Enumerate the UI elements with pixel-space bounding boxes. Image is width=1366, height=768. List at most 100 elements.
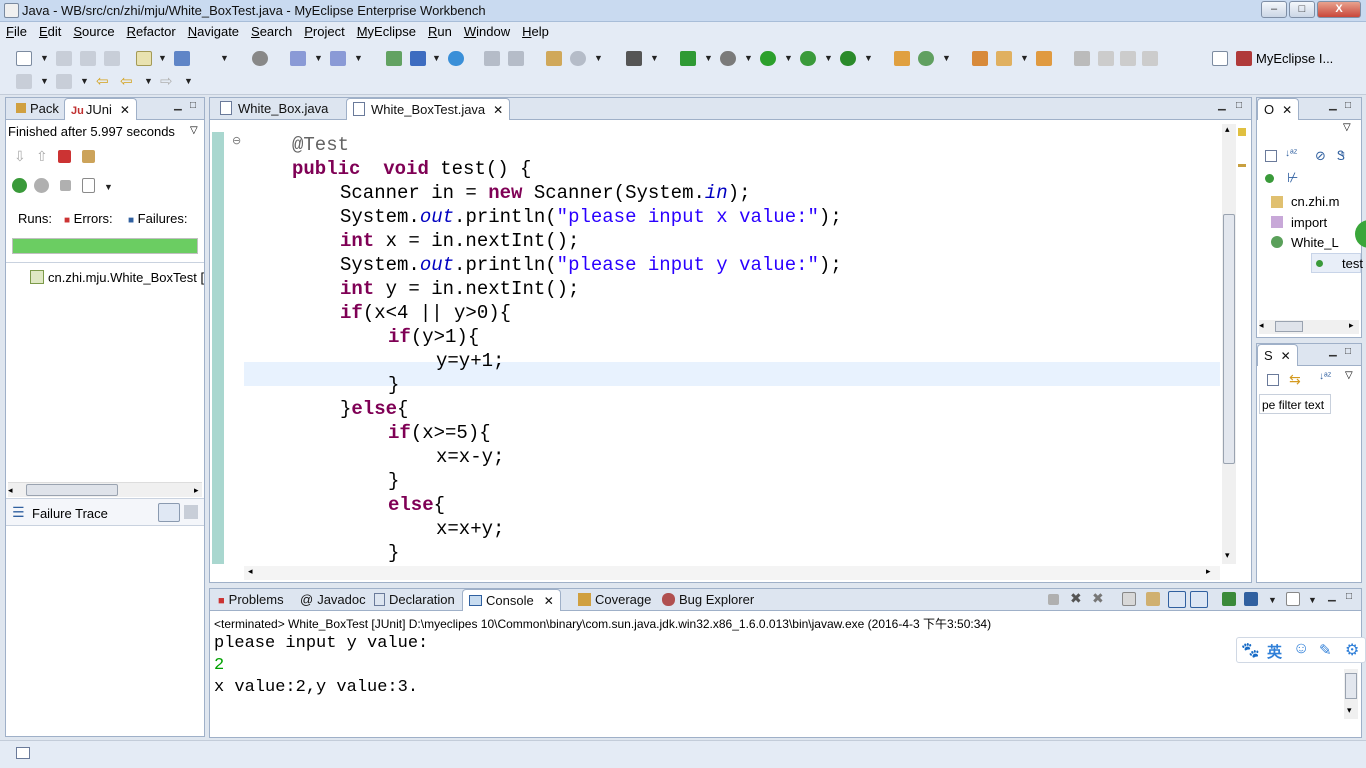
stop-icon[interactable] [60,180,71,191]
tab-declaration[interactable]: Declaration [368,589,461,611]
code-line[interactable]: } [388,541,399,565]
menu-search[interactable]: Search [245,22,298,39]
build-icon[interactable] [136,51,152,66]
toolbar-icon-f[interactable] [1120,51,1136,66]
run-server-dropdown-icon[interactable]: ▼ [704,53,713,63]
toolbar-d-dropdown-icon[interactable]: ▼ [594,53,603,63]
emoji-icon[interactable]: ☺ [1293,640,1309,658]
filter-stack-icon[interactable] [158,503,180,522]
minimize-view-icon[interactable]: ▁ [174,100,182,111]
maximize-view-icon[interactable]: □ [190,100,196,111]
wizard-icon[interactable] [290,51,306,66]
minimize-view-icon[interactable]: ▁ [1329,100,1337,111]
code-line[interactable]: int x = in.nextInt(); [340,229,579,253]
outline-item-imports[interactable]: import [1291,215,1327,230]
pin-icon[interactable] [1074,51,1090,66]
toolbar-icon-a[interactable] [484,51,500,66]
rerun-test-icon[interactable] [12,178,27,193]
scroll-lock-icon[interactable] [1146,592,1160,606]
class-dropdown-icon[interactable]: ▼ [942,53,951,63]
paw-icon[interactable]: 🐾 [1241,641,1260,659]
search-wizard-icon[interactable] [330,51,346,66]
last-edit-icon[interactable]: ⇦ [96,72,109,90]
next-annotation-dropdown-icon[interactable]: ▼ [40,76,49,86]
outline-horizontal-scrollbar[interactable]: ◂ ▸ [1259,320,1359,334]
class-icon[interactable] [918,51,934,66]
ime-language-toggle[interactable]: 英 [1267,641,1282,662]
server-icon[interactable] [252,51,268,66]
view-menu-icon[interactable]: ▽ [190,125,198,136]
display-console-dropdown-icon[interactable]: ▼ [1268,595,1277,605]
pencil-icon[interactable] [996,51,1012,66]
pin-console-icon[interactable] [1222,592,1236,606]
forward-icon[interactable]: ⇨ [160,72,173,90]
tab-search[interactable]: S ✕ [1257,344,1298,366]
menu-window[interactable]: Window [458,22,516,39]
open-dropdown-icon[interactable]: ▼ [432,53,441,63]
horizontal-scrollbar[interactable]: ◂ ▸ [8,482,202,497]
prev-annotation-icon[interactable] [56,74,72,89]
hide-static-icon[interactable]: Ꮥ [1337,148,1345,164]
open-perspective-icon[interactable] [1212,51,1228,66]
next-annotation-icon[interactable] [16,74,32,89]
menu-myeclipse[interactable]: MyEclipse [351,22,422,39]
tab-outline[interactable]: O ✕ [1257,98,1300,120]
menu-navigate[interactable]: Navigate [182,22,245,39]
code-line[interactable]: } [388,469,399,493]
deploy-dropdown-icon[interactable]: ▼ [220,53,229,63]
coverage-dropdown-icon[interactable]: ▼ [824,53,833,63]
build-dropdown-icon[interactable]: ▼ [158,53,167,63]
show-console-on-output-icon[interactable] [1168,591,1186,608]
minimize-view-icon[interactable]: ▁ [1328,591,1336,602]
external-tools-icon[interactable] [840,51,856,66]
hide-non-public-icon[interactable] [1265,174,1274,183]
hide-fields-icon[interactable]: ⊘ [1315,148,1326,164]
back-dropdown-icon[interactable]: ▼ [144,76,153,86]
toolbar-icon-d[interactable] [570,51,586,66]
maximize-editor-icon[interactable]: □ [1236,100,1242,111]
pen-icon[interactable]: ✎ [1319,641,1332,659]
search-wizard-dropdown-icon[interactable]: ▼ [354,53,363,63]
open-type-icon[interactable] [386,51,402,66]
run-icon[interactable] [760,51,776,66]
hide-local-types-icon[interactable]: ⊬ [1287,170,1298,186]
code-line[interactable]: x=x+y; [436,517,504,541]
coverage-icon[interactable] [800,51,816,66]
menu-edit[interactable]: Edit [33,22,67,39]
remove-launch-icon[interactable]: ✖ [1070,590,1082,607]
code-line[interactable]: y=y+1; [436,349,504,373]
perspective-label[interactable]: MyEclipse I... [1256,51,1333,66]
code-line[interactable]: }else{ [340,397,408,421]
code-line[interactable]: if(x>=5){ [388,421,491,445]
outline-item-test-selected[interactable]: test [1311,253,1363,273]
link-icon[interactable]: ⇆ [1289,371,1301,388]
editor-horizontal-scrollbar[interactable]: ◂ ▸ [244,566,1220,580]
maximize-view-icon[interactable]: □ [1346,591,1352,602]
forward-dropdown-icon[interactable]: ▼ [184,76,193,86]
toolbar-icon-c[interactable] [546,51,562,66]
menu-help[interactable]: Help [516,22,555,39]
fast-view-icon[interactable] [16,747,30,759]
code-line[interactable]: Scanner in = new Scanner(System.in); [340,181,751,205]
show-failures-only-icon[interactable] [58,150,71,163]
menu-project[interactable]: Project [298,22,350,39]
tab-junit[interactable]: Ju JUni ✕ [64,98,137,120]
toolbar-icon-b[interactable] [508,51,524,66]
tab-white-box-test[interactable]: White_BoxTest.java ✕ [346,98,511,120]
filter-input[interactable]: pe filter text [1259,394,1331,414]
code-line[interactable]: x=x-y; [436,445,504,469]
scroll-lock-icon[interactable] [82,150,95,163]
myeclipse-perspective-icon[interactable] [1236,51,1252,66]
code-line[interactable]: System.out.println("please input x value… [340,205,842,229]
code-line[interactable]: @Test [292,133,349,157]
menu-file[interactable]: File [0,22,33,39]
code-line[interactable]: if(y>1){ [388,325,479,349]
next-failure-icon[interactable]: ⇩ [14,148,26,165]
tab-bug-explorer[interactable]: Bug Explorer [656,589,760,611]
code-line[interactable]: } [388,373,399,397]
folder-icon[interactable] [1036,51,1052,66]
collapse-all-icon[interactable] [1267,374,1279,386]
code-line[interactable]: int y = in.nextInt(); [340,277,579,301]
package-icon[interactable] [894,51,910,66]
debug-icon[interactable] [720,51,736,66]
